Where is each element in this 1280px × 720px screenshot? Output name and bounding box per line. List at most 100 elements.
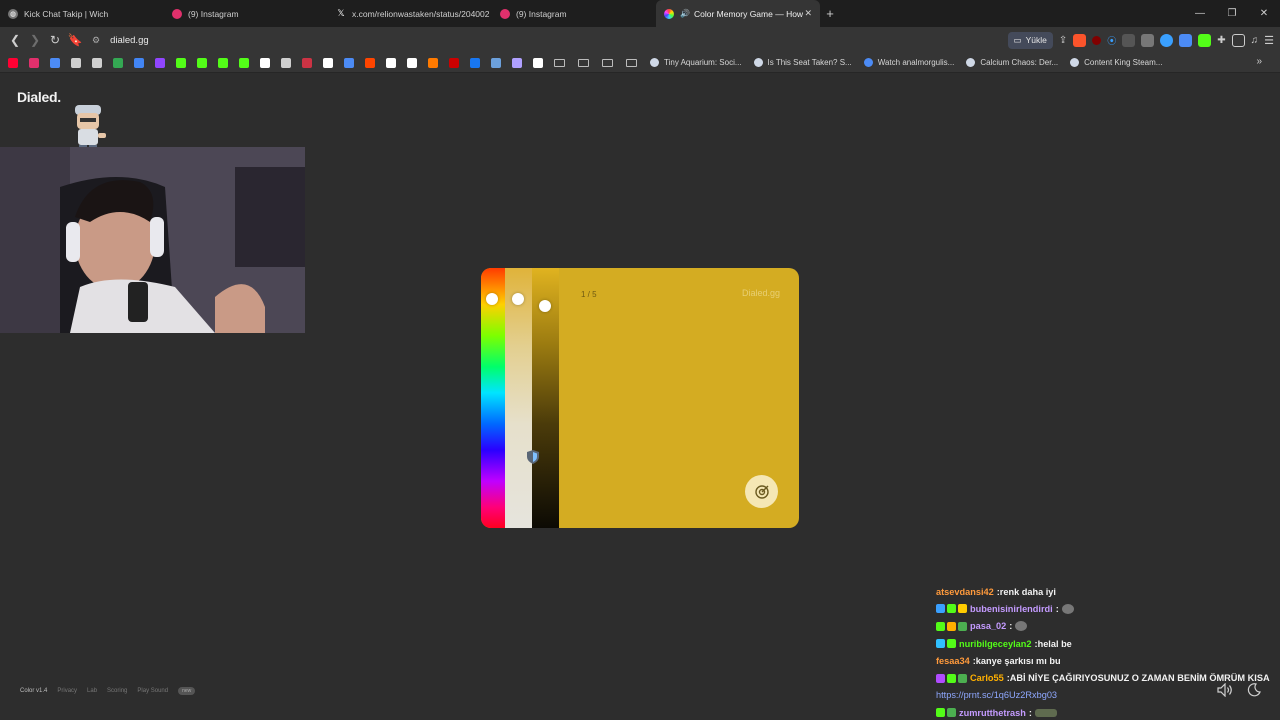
extension-icon[interactable]	[1122, 33, 1136, 47]
bookmark-site-icon[interactable]	[239, 57, 249, 68]
folder-icon[interactable]	[626, 58, 637, 67]
chat-username[interactable]: zumrutthetrash	[959, 708, 1026, 718]
bookmark-site-icon[interactable]	[386, 57, 396, 68]
bookmark-site-icon[interactable]	[449, 57, 459, 68]
forward-button[interactable]: ❯	[25, 33, 45, 47]
bookmark-site-icon[interactable]	[29, 57, 39, 68]
bookmark-site-icon[interactable]	[113, 57, 123, 68]
lab-link[interactable]: Lab	[87, 688, 97, 694]
bookmark-site-icon[interactable]	[92, 57, 102, 68]
play-sound-toggle[interactable]: Play Sound	[137, 688, 168, 694]
chat-message: fesaa34: kanye şarkısı mı bu	[936, 652, 1280, 669]
close-window-button[interactable]: ✕	[1248, 0, 1280, 27]
site-logo[interactable]: Dialed.	[17, 89, 61, 105]
chat-username[interactable]: Carlo55	[970, 673, 1004, 683]
bookmark-site-icon[interactable]	[365, 57, 375, 68]
bookmark-label: Watch analmorgulis...	[877, 58, 955, 67]
back-button[interactable]: ❮	[5, 33, 25, 47]
extension-icon[interactable]	[1141, 33, 1155, 47]
bookmark-site-icon[interactable]	[260, 57, 270, 68]
chat-username[interactable]: atsevdansi42	[936, 587, 994, 597]
bookmark-site-icon[interactable]	[281, 57, 291, 68]
share-icon[interactable]: ⇪	[1059, 35, 1067, 46]
moon-icon[interactable]	[1247, 683, 1261, 697]
bookmark-site-icon[interactable]	[50, 57, 60, 68]
address-bar[interactable]: ⚙ dialed.gg	[92, 30, 932, 50]
minimize-button[interactable]: —	[1184, 0, 1216, 27]
more-bookmarks-icon[interactable]: »	[1256, 56, 1262, 67]
tab-x-status[interactable]: 𝕏 x.com/relionwastaken/status/204002	[328, 0, 492, 27]
tab-instagram-2[interactable]: (9) Instagram	[492, 0, 656, 27]
bookmark-site-icon[interactable]	[533, 57, 543, 68]
chat-text: ABİ NİYE ÇAĞIRIYOSUNUZ O ZAMAN BENİM ÖMR…	[1009, 673, 1270, 684]
chat-username[interactable]: fesaa34	[936, 656, 970, 666]
chat-badges	[936, 673, 967, 683]
bookmark-site-icon[interactable]	[218, 57, 228, 68]
tab-instagram[interactable]: (9) Instagram	[164, 0, 328, 27]
load-button[interactable]: ▭ Yükle	[1007, 31, 1053, 49]
volume-icon[interactable]	[1217, 683, 1233, 697]
bookmark-site-icon[interactable]	[512, 57, 522, 68]
screen-icon: ▭	[1013, 34, 1022, 45]
chat-separator: :	[1028, 707, 1032, 718]
color-picker-card: 1 / 5 Dialed.gg	[481, 268, 799, 528]
bookmark-site-icon[interactable]	[491, 57, 501, 68]
bookmark-site-icon[interactable]	[428, 57, 438, 68]
bookmark-site-icon[interactable]	[176, 57, 186, 68]
chat-badge-icon	[958, 604, 967, 614]
bookmark-item[interactable]: Tiny Aquarium: Soci...	[650, 58, 742, 67]
bookmark-site-icon[interactable]	[71, 57, 81, 68]
new-tab-button[interactable]: +	[820, 6, 840, 21]
saturation-slider-handle[interactable]	[512, 293, 524, 305]
bookmark-site-icon[interactable]	[302, 57, 312, 68]
wave-icon[interactable]: ⦿	[1107, 34, 1116, 47]
chat-link[interactable]: https://prnt.sc/1q6Uz2Rxbg03	[936, 690, 1057, 700]
tab-kick-chat[interactable]: ◍ Kick Chat Takip | Wich	[0, 0, 164, 27]
ublock-icon[interactable]	[1092, 35, 1102, 45]
bookmark-item[interactable]: Calcium Chaos: Der...	[966, 58, 1058, 67]
tab-title: (9) Instagram	[188, 8, 239, 19]
bookmark-item[interactable]: Watch analmorgulis...	[863, 58, 955, 67]
chat-username[interactable]: nuribilgeceylan2	[959, 639, 1032, 649]
speaker-icon[interactable]: 🔊	[680, 9, 690, 18]
puzzle-icon[interactable]: ✚	[1217, 35, 1225, 46]
submit-color-button[interactable]	[745, 475, 778, 508]
bookmark-item[interactable]: Is This Seat Taken? S...	[753, 58, 852, 67]
brightness-slider-handle[interactable]	[539, 300, 551, 312]
scoring-link[interactable]: Scoring	[107, 688, 127, 694]
chat-badges	[936, 639, 956, 649]
site-settings-icon[interactable]: ⚙	[92, 35, 100, 46]
privacy-link[interactable]: Privacy	[57, 688, 77, 694]
menu-icon[interactable]: ☰	[1264, 34, 1274, 47]
folder-icon[interactable]	[554, 58, 565, 67]
brave-shield-icon[interactable]	[1073, 33, 1087, 47]
close-tab-icon[interactable]: ✕	[804, 8, 812, 19]
tab-color-memory-game[interactable]: 🔊 Color Memory Game — How ✕	[656, 0, 820, 27]
wallet-icon[interactable]	[1231, 33, 1245, 47]
folder-icon[interactable]	[602, 58, 613, 67]
bookmark-site-icon[interactable]	[323, 57, 333, 68]
chat-username[interactable]: bubenisinirlendirdi	[970, 604, 1053, 614]
hue-slider-handle[interactable]	[486, 293, 498, 305]
chat-emote-icon	[1034, 708, 1057, 717]
hue-slider[interactable]	[481, 268, 505, 528]
bookmark-icon[interactable]: 🔖	[65, 33, 85, 47]
bookmark-site-icon[interactable]	[344, 57, 354, 68]
restore-button[interactable]: ❐	[1216, 0, 1248, 27]
extension-icon[interactable]	[1160, 33, 1174, 47]
chat-username[interactable]: pasa_02	[970, 621, 1006, 631]
bookmark-site-icon[interactable]	[134, 57, 144, 68]
bookmark-site-icon[interactable]	[8, 57, 18, 68]
bookmark-item[interactable]: Content King Steam...	[1070, 58, 1162, 67]
bookmark-site-icon[interactable]	[470, 57, 480, 68]
bookmark-site-icon[interactable]	[407, 57, 417, 68]
saturation-slider[interactable]	[505, 268, 532, 528]
folder-icon[interactable]	[578, 58, 589, 67]
reload-button[interactable]: ↻	[45, 33, 65, 47]
kick-extension-icon[interactable]	[1198, 33, 1212, 47]
color-wheel-icon	[664, 8, 674, 19]
bookmark-site-icon[interactable]	[155, 57, 165, 68]
extension-icon[interactable]	[1179, 33, 1193, 47]
music-icon[interactable]: ♫	[1251, 35, 1259, 46]
bookmark-site-icon[interactable]	[197, 57, 207, 68]
